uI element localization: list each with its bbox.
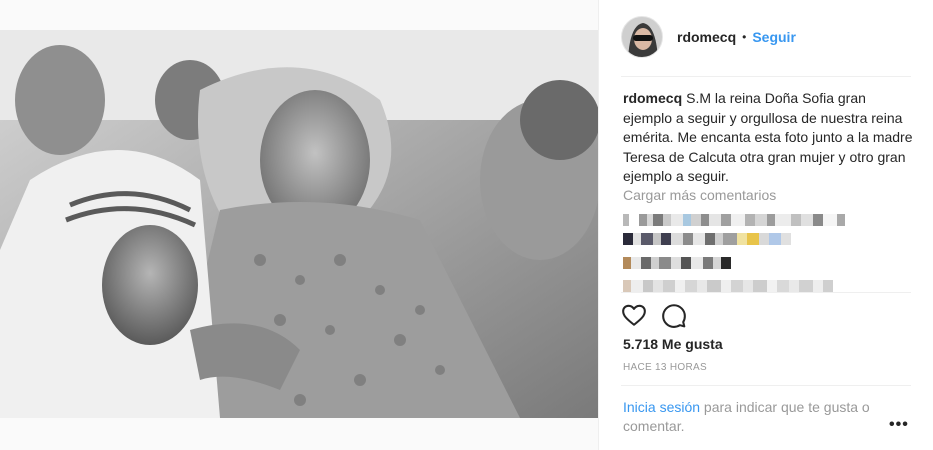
post-timestamp[interactable]: HACE 13 HORAS	[623, 362, 707, 373]
divider	[621, 292, 911, 293]
likes-count[interactable]: 5.718 Me gusta	[623, 336, 723, 352]
post-sidebar: rdomecq • Seguir rdomecq S.M la reina Doñ…	[598, 0, 933, 450]
action-bar	[621, 302, 687, 328]
avatar[interactable]	[621, 16, 663, 58]
photo-pane	[0, 0, 598, 450]
post-header: rdomecq • Seguir	[621, 16, 796, 58]
follow-button[interactable]: Seguir	[752, 29, 796, 45]
divider	[621, 385, 911, 386]
more-options-icon[interactable]: •••	[889, 416, 909, 434]
comment-row-obscured	[623, 257, 731, 269]
username[interactable]: rdomecq	[677, 29, 736, 45]
comment-row-obscured	[623, 214, 845, 226]
divider	[621, 76, 911, 77]
post-caption: rdomecq S.M la reina Doña Sofia gran ejem…	[623, 89, 913, 187]
login-prompt: Inicia sesión para indicar que te gusta …	[623, 398, 893, 436]
load-more-comments[interactable]: Cargar más comentarios	[623, 187, 776, 203]
comment-icon[interactable]	[661, 302, 687, 328]
comment-row-obscured	[623, 280, 833, 292]
post-photo-image	[0, 30, 598, 418]
post-photo[interactable]	[0, 30, 598, 418]
heart-icon[interactable]	[621, 302, 647, 328]
comment-row-obscured	[623, 233, 791, 245]
login-link[interactable]: Inicia sesión	[623, 399, 700, 415]
separator-dot: •	[742, 30, 747, 44]
caption-username[interactable]: rdomecq	[623, 90, 682, 106]
